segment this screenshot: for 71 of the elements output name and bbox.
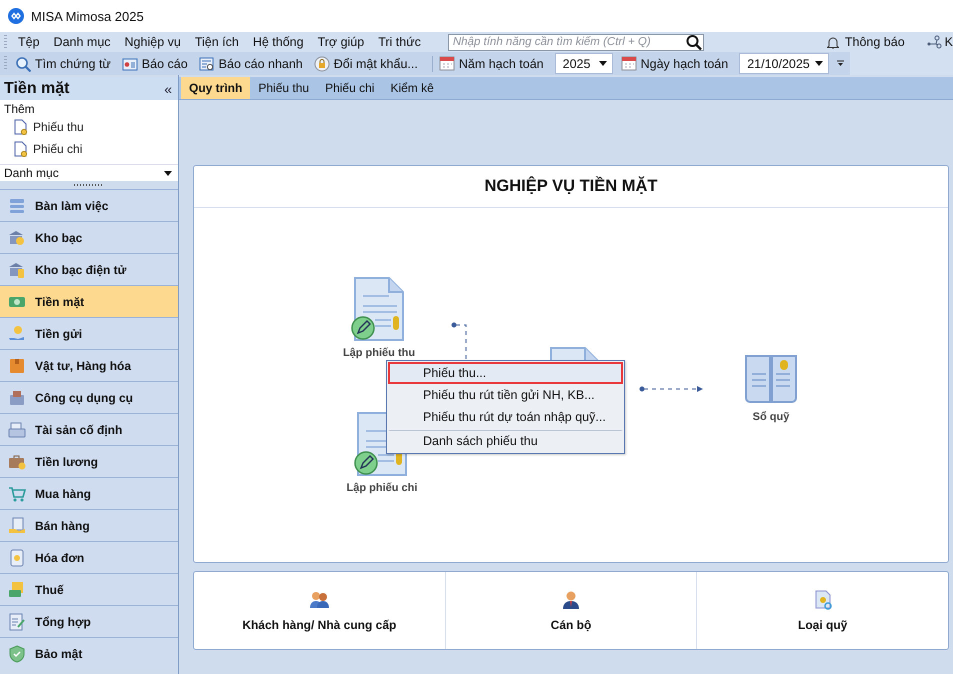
connect-button[interactable]: K [944, 35, 953, 49]
tab[interactable]: Kiểm kê [382, 77, 442, 99]
quick-report-icon [198, 56, 215, 72]
add-item[interactable]: Phiếu thu [4, 116, 178, 138]
collapse-button[interactable]: « [164, 80, 172, 96]
menu-item[interactable]: Tri thức [371, 35, 428, 49]
category-button[interactable]: Cán bộ [444, 572, 696, 649]
year-dropdown[interactable]: 2025 [554, 53, 613, 74]
panel-title: Tiền mặt [4, 80, 70, 98]
menu-item[interactable]: Phiếu thu rút tiền gửi NH, KB... [388, 384, 623, 406]
toolbar-button[interactable]: Tìm chứng từ [12, 53, 119, 74]
search-icon [15, 56, 31, 72]
step-label: Lập phiếu chi [346, 482, 418, 494]
workflow-title: NGHIỆP VỤ TIỀN MẶT [194, 166, 948, 208]
box-icon [8, 356, 26, 374]
toolbar-button[interactable]: Đổi mật khẩu... [310, 53, 426, 74]
calendar-icon [620, 55, 637, 72]
report-icon [122, 56, 138, 72]
bank-icon [8, 228, 26, 246]
step-label: Lập phiếu thu [342, 347, 416, 359]
menu-item[interactable]: Phiếu thu rút dự toán nhập quỹ... [388, 406, 623, 428]
category-dropdown[interactable]: Danh mục [0, 164, 178, 181]
menu-item[interactable]: Hệ thống [246, 35, 311, 49]
printer-icon [8, 420, 26, 438]
menu-item[interactable]: Danh sách phiếu thu [388, 430, 623, 452]
receipt-icon [8, 548, 26, 566]
toolbox-icon [8, 388, 26, 406]
shield-icon [8, 644, 26, 662]
search-icon [684, 34, 703, 50]
window-title: MISA Mimosa 2025 [31, 8, 144, 24]
menu-item[interactable]: Tiện ích [188, 35, 246, 49]
menu-item[interactable]: Nghiệp vụ [118, 35, 188, 49]
coin-hand-icon [8, 324, 26, 342]
step-label: Sổ quỹ [752, 411, 790, 423]
briefcase-icon [8, 452, 26, 470]
add-item[interactable]: Phiếu chi [4, 138, 178, 160]
layout-icon [8, 196, 26, 214]
search-field[interactable]: Nhập tính năng cần tìm kiếm (Ctrl + Q) [448, 34, 704, 50]
menu-item[interactable]: Danh mục [46, 35, 118, 49]
people-icon [309, 590, 330, 610]
tab[interactable]: Quy trình [181, 77, 250, 99]
logo-icon [8, 8, 24, 24]
bell-icon [826, 36, 839, 48]
lock-icon [314, 56, 330, 72]
cart-icon [8, 484, 26, 502]
menu-item[interactable]: Tệp [11, 35, 47, 49]
notifications-button[interactable]: Thông báo [844, 35, 905, 49]
new-document-icon [14, 119, 28, 135]
fund-search-icon [812, 590, 833, 610]
category-button[interactable]: Loại quỹ [696, 572, 948, 649]
section-label: Thêm [4, 102, 36, 116]
tab[interactable]: Phiếu chi [317, 77, 382, 99]
hand-document-icon [8, 516, 26, 534]
menu-item[interactable]: Trợ giúp [310, 35, 372, 49]
toolbar-button[interactable]: Báo cáo [118, 53, 196, 74]
network-icon [926, 35, 943, 49]
menu-item[interactable]: Phiếu thu... [388, 362, 623, 384]
date-dropdown[interactable]: 21/10/2025 [739, 53, 830, 74]
bank-icon [8, 260, 26, 278]
toolbar-button[interactable]: Báo cáo nhanh [196, 53, 311, 74]
arrow [640, 386, 703, 392]
nav-item[interactable]: Tiền mặt [0, 285, 178, 317]
new-document-icon [14, 141, 28, 157]
overflow-icon [837, 60, 844, 67]
tab[interactable]: Phiếu thu [250, 77, 318, 99]
checklist-icon [8, 612, 26, 630]
field-label: Năm hạch toán [458, 56, 544, 70]
calendar-icon [438, 55, 455, 72]
field-label: Ngày hạch toán [640, 56, 728, 70]
category-button[interactable]: Khách hàng/ Nhà cung cấp [194, 572, 445, 649]
person-icon [561, 590, 581, 610]
